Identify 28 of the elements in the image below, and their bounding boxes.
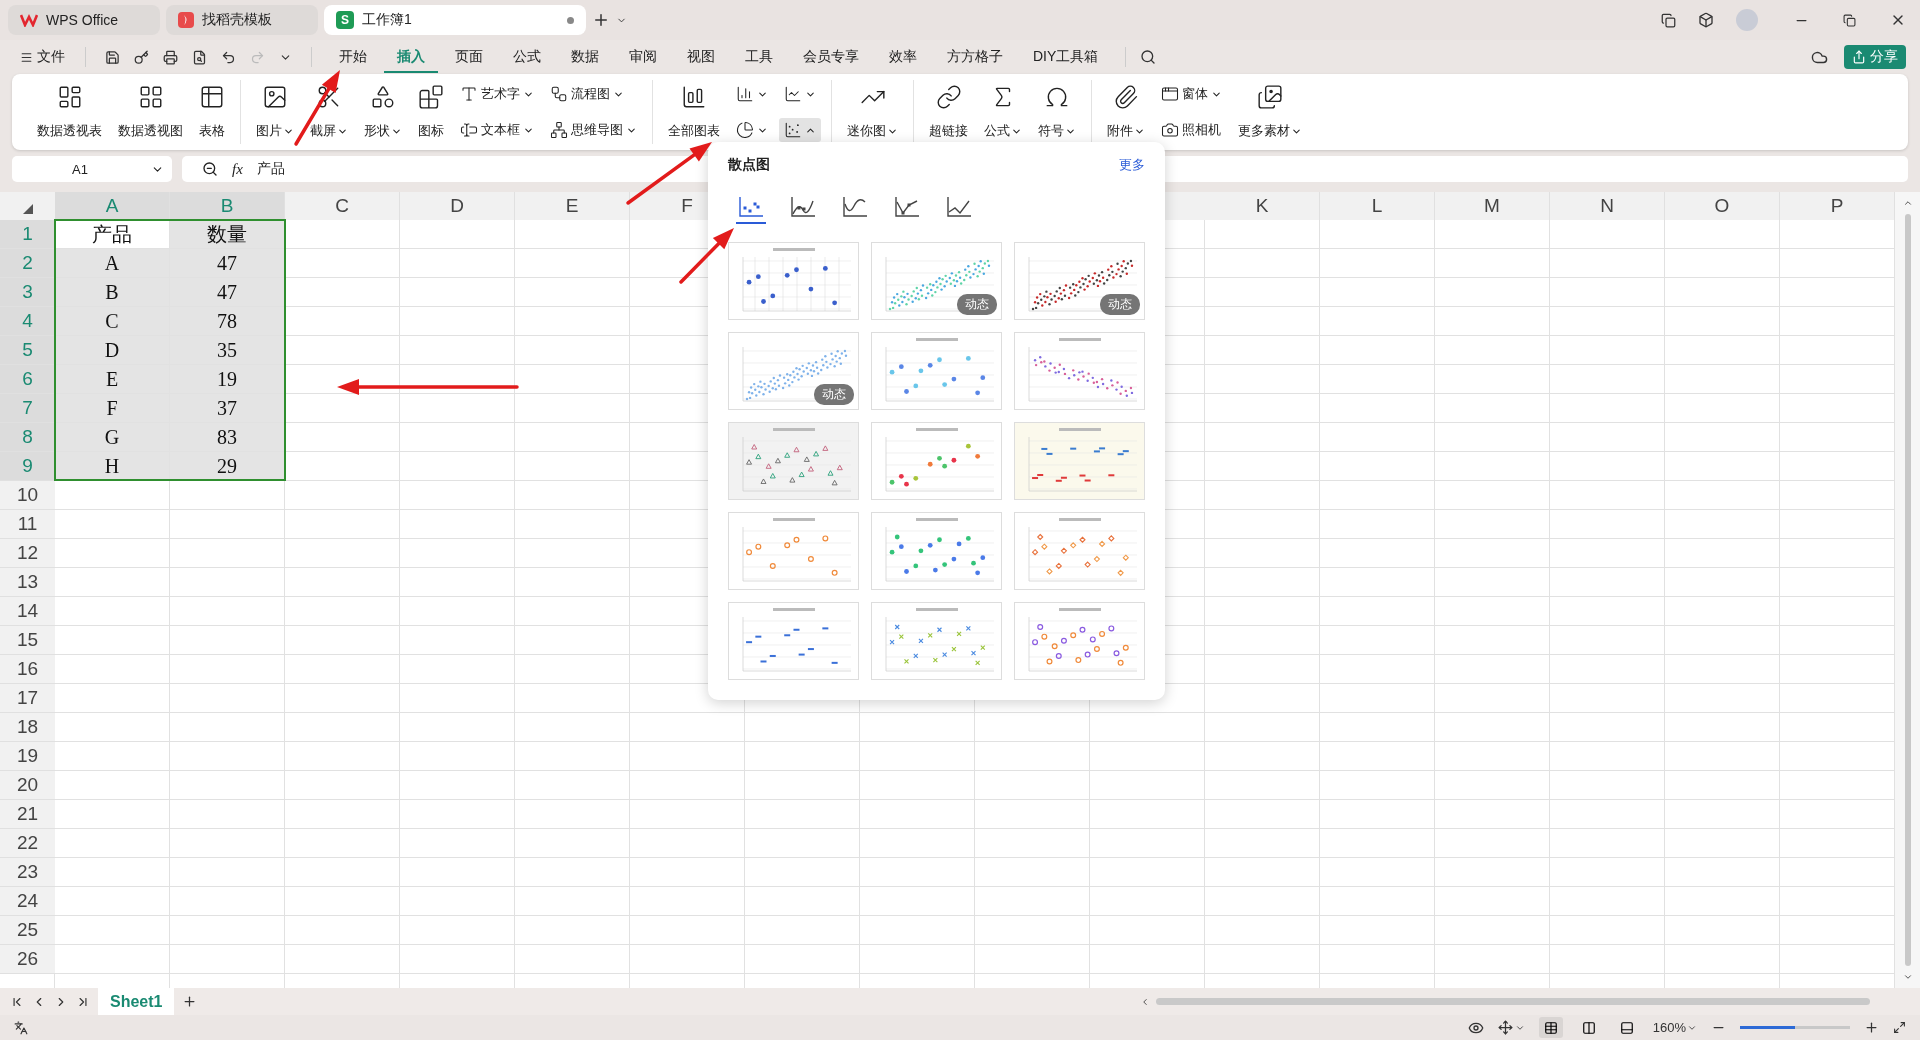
tab-label: 找稻壳模板 [202,11,272,29]
table-cell: 19 [170,365,285,394]
table-cell: D [55,336,170,365]
tab-label: WPS Office [46,12,119,28]
table-cell: 37 [170,394,285,423]
table-cell: B [55,278,170,307]
table-cell: A [55,249,170,278]
table-cell: F [55,394,170,423]
logo-icon: S [336,11,354,29]
badge-label: 动态 [957,294,997,315]
table-cell: 数量 [170,220,285,249]
formula-text: 产品 [256,160,285,178]
tab-label: 工作簿1 [362,11,412,29]
table-cell: C [55,307,170,336]
table-cell: 78 [170,307,285,336]
table-cell: G [55,423,170,452]
table-cell: 35 [170,336,285,365]
table-cell: 47 [170,249,285,278]
table-cell: E [55,365,170,394]
badge-label: 动态 [1100,294,1140,315]
panel-title: 散点图 [728,156,770,174]
table-cell: H [55,452,170,481]
table-cell: 47 [170,278,285,307]
table-cell: 29 [170,452,285,481]
cell-reference: A1 [72,161,88,177]
table-cell: 83 [170,423,285,452]
badge-label: 动态 [814,384,854,405]
function-label: fx [232,160,243,178]
